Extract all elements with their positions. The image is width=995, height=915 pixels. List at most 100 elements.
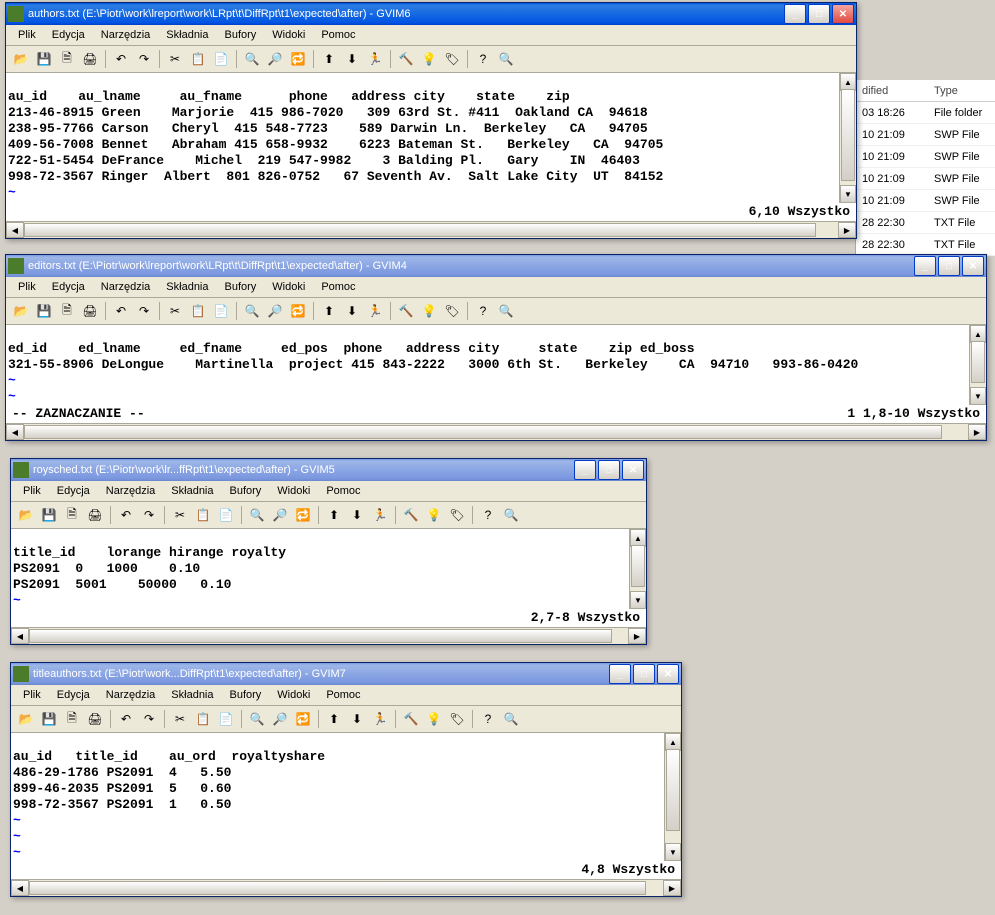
close-button[interactable]: ✕	[962, 256, 984, 276]
open-icon[interactable]: 📂	[10, 300, 32, 322]
help-icon[interactable]: ?	[477, 504, 499, 526]
menu-edycja[interactable]: Edycja	[44, 27, 93, 43]
explorer-row[interactable]: 10 21:09SWP File	[856, 190, 995, 212]
menu-narzedzia[interactable]: Narzędzia	[93, 279, 159, 295]
paste-icon[interactable]: 📄	[210, 300, 232, 322]
scroll-left-icon[interactable]: ◀	[11, 880, 29, 896]
find-icon[interactable]: 🔍	[241, 48, 263, 70]
menu-pomoc[interactable]: Pomoc	[313, 27, 363, 43]
findnext-icon[interactable]: 🔎	[269, 504, 291, 526]
run-icon[interactable]: 🏃	[369, 504, 391, 526]
redo-icon[interactable]: ↷	[138, 708, 160, 730]
copy-icon[interactable]: 📋	[192, 708, 214, 730]
cut-icon[interactable]: ✂	[164, 48, 186, 70]
make-icon[interactable]: 🔨	[400, 504, 422, 526]
menu-plik[interactable]: Plik	[15, 687, 49, 703]
horizontal-scrollbar[interactable]: ◀ ▶	[6, 423, 986, 440]
undo-icon[interactable]: ↶	[115, 708, 137, 730]
menu-plik[interactable]: Plik	[10, 279, 44, 295]
findnext-icon[interactable]: 🔎	[264, 48, 286, 70]
minimize-button[interactable]: _	[784, 4, 806, 24]
minimize-button[interactable]: _	[609, 664, 631, 684]
save2-icon[interactable]: ⬇	[346, 504, 368, 526]
explorer-row[interactable]: 10 21:09SWP File	[856, 124, 995, 146]
paste-icon[interactable]: 📄	[215, 504, 237, 526]
copy-icon[interactable]: 📋	[192, 504, 214, 526]
minimize-button[interactable]: _	[574, 460, 596, 480]
save2-icon[interactable]: ⬇	[341, 300, 363, 322]
make-icon[interactable]: 🔨	[400, 708, 422, 730]
scroll-thumb[interactable]	[841, 89, 855, 181]
editor-area[interactable]: au_id title_id au_ord royaltyshare 486-2…	[11, 733, 681, 861]
menu-bufory[interactable]: Bufory	[217, 279, 265, 295]
findhelp-icon[interactable]: 🔍	[495, 300, 517, 322]
save-icon[interactable]: 💾	[33, 300, 55, 322]
menu-narzedzia[interactable]: Narzędzia	[93, 27, 159, 43]
explorer-row[interactable]: 28 22:30TXT File	[856, 234, 995, 256]
save2-icon[interactable]: ⬇	[341, 48, 363, 70]
titlebar[interactable]: roysched.txt (E:\Piotr\work\lr...ffRpt\t…	[11, 459, 646, 481]
scroll-thumb[interactable]	[631, 545, 645, 587]
scroll-thumb[interactable]	[971, 341, 985, 383]
vertical-scrollbar[interactable]: ▲ ▼	[629, 529, 646, 609]
undo-icon[interactable]: ↶	[110, 48, 132, 70]
menu-skladnia[interactable]: Składnia	[158, 27, 216, 43]
menu-edycja[interactable]: Edycja	[44, 279, 93, 295]
cut-icon[interactable]: ✂	[169, 504, 191, 526]
scroll-down-icon[interactable]: ▼	[840, 185, 856, 203]
menu-widoki[interactable]: Widoki	[269, 687, 318, 703]
menu-pomoc[interactable]: Pomoc	[313, 279, 363, 295]
maximize-button[interactable]: □	[938, 256, 960, 276]
scroll-right-icon[interactable]: ▶	[628, 628, 646, 644]
open-icon[interactable]: 📂	[15, 708, 37, 730]
undo-icon[interactable]: ↶	[110, 300, 132, 322]
explorer-row[interactable]: 28 22:30TXT File	[856, 212, 995, 234]
load-icon[interactable]: ⬆	[318, 48, 340, 70]
explorer-row[interactable]: 03 18:26File folder	[856, 102, 995, 124]
scroll-left-icon[interactable]: ◀	[6, 222, 24, 238]
menu-pomoc[interactable]: Pomoc	[318, 483, 368, 499]
maximize-button[interactable]: □	[598, 460, 620, 480]
menu-bufory[interactable]: Bufory	[222, 687, 270, 703]
menu-edycja[interactable]: Edycja	[49, 687, 98, 703]
saveall-icon[interactable]: 🗎	[56, 48, 78, 70]
help-icon[interactable]: ?	[477, 708, 499, 730]
menu-plik[interactable]: Plik	[15, 483, 49, 499]
help-icon[interactable]: ?	[472, 300, 494, 322]
menu-plik[interactable]: Plik	[10, 27, 44, 43]
scroll-right-icon[interactable]: ▶	[968, 424, 986, 440]
titlebar[interactable]: titleauthors.txt (E:\Piotr\work...DiffRp…	[11, 663, 681, 685]
help-icon[interactable]: ?	[472, 48, 494, 70]
menu-widoki[interactable]: Widoki	[264, 27, 313, 43]
menu-pomoc[interactable]: Pomoc	[318, 687, 368, 703]
save2-icon[interactable]: ⬇	[346, 708, 368, 730]
close-button[interactable]: ✕	[832, 4, 854, 24]
tag-icon[interactable]: 🏷	[446, 504, 468, 526]
replace-icon[interactable]: 🔁	[287, 300, 309, 322]
scroll-down-icon[interactable]: ▼	[665, 843, 681, 861]
explorer-row[interactable]: 10 21:09SWP File	[856, 146, 995, 168]
replace-icon[interactable]: 🔁	[287, 48, 309, 70]
cut-icon[interactable]: ✂	[164, 300, 186, 322]
menu-skladnia[interactable]: Składnia	[163, 483, 221, 499]
print-icon[interactable]: 🖨	[79, 48, 101, 70]
copy-icon[interactable]: 📋	[187, 300, 209, 322]
load-icon[interactable]: ⬆	[323, 504, 345, 526]
scroll-left-icon[interactable]: ◀	[11, 628, 29, 644]
paste-icon[interactable]: 📄	[215, 708, 237, 730]
menu-skladnia[interactable]: Składnia	[158, 279, 216, 295]
replace-icon[interactable]: 🔁	[292, 504, 314, 526]
undo-icon[interactable]: ↶	[115, 504, 137, 526]
load-icon[interactable]: ⬆	[318, 300, 340, 322]
scroll-thumb[interactable]	[24, 425, 942, 439]
menu-narzedzia[interactable]: Narzędzia	[98, 687, 164, 703]
vertical-scrollbar[interactable]: ▲ ▼	[664, 733, 681, 861]
redo-icon[interactable]: ↷	[133, 300, 155, 322]
find-icon[interactable]: 🔍	[246, 708, 268, 730]
findhelp-icon[interactable]: 🔍	[500, 708, 522, 730]
load-icon[interactable]: ⬆	[323, 708, 345, 730]
editor-area[interactable]: au_id au_lname au_fname phone address ci…	[6, 73, 856, 203]
save-icon[interactable]: 💾	[38, 504, 60, 526]
print-icon[interactable]: 🖨	[84, 708, 106, 730]
open-icon[interactable]: 📂	[10, 48, 32, 70]
